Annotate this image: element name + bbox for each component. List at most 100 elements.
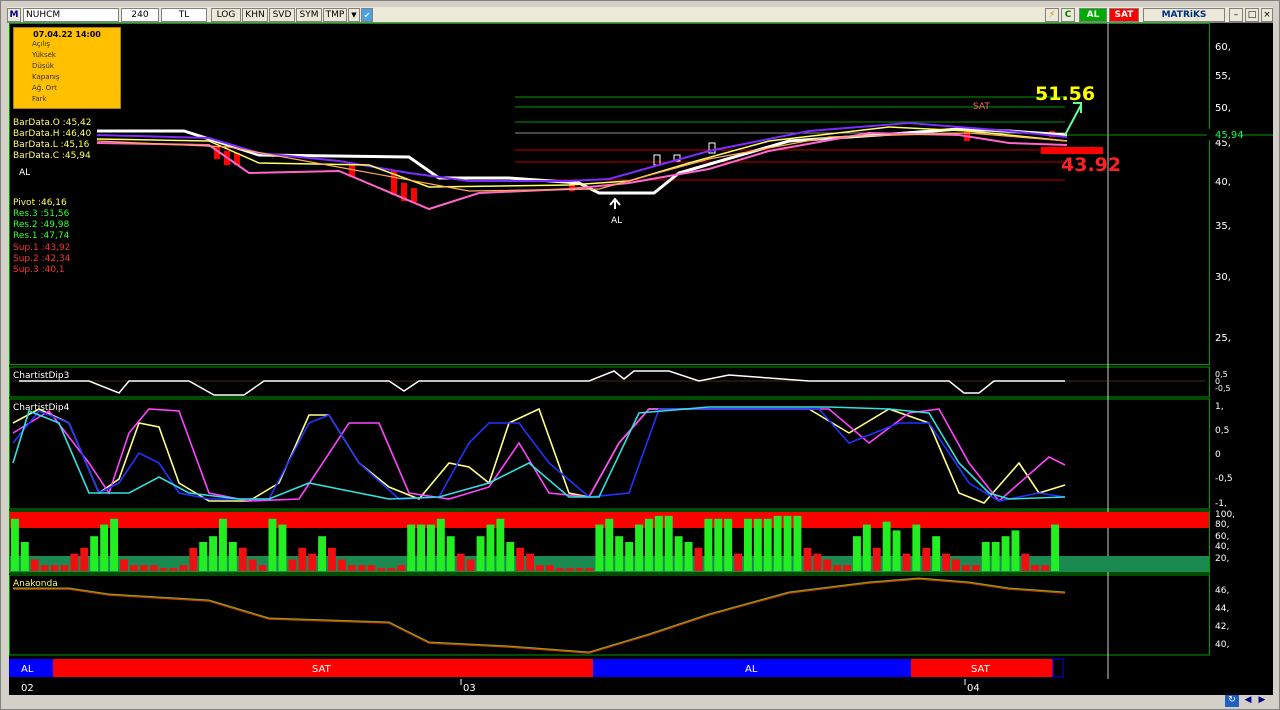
currency-field[interactable]: TL [161,8,207,22]
histogram-bar [536,565,544,571]
histogram-bar [674,536,683,571]
histogram-bar [724,518,733,571]
histogram-bar [377,568,386,571]
time-label: 02 [21,683,34,694]
svg-text:40,: 40, [1215,542,1229,552]
histogram-bar [803,547,812,571]
histogram-bar [892,530,901,571]
bardata-high: BarData.H :46,40 [13,129,91,139]
histogram-bar [853,536,861,571]
histogram-bar [120,559,128,571]
maximize-icon[interactable]: □ [1245,8,1259,22]
histogram-bar [169,568,178,571]
histogram-bar [189,547,198,571]
histogram-bar [961,565,970,571]
histogram-bar [129,565,138,571]
res3-value: Res.3 :51,56 [13,209,70,219]
histogram-bar [367,565,376,571]
scroll-right-icon[interactable]: ▶ [1255,695,1269,707]
svg-text:1,: 1, [1215,402,1224,412]
svg-text:44,: 44, [1215,604,1229,614]
histogram-bar [268,518,277,571]
histogram-bar [942,553,950,571]
chart-area[interactable]: 60, 55, 50, 45, 40, 35, 30, 25, 51.56 43… [9,23,1273,679]
res1-value: Res.1 :47,74 [13,231,70,241]
histogram-bar [545,565,554,571]
histogram-bar [1041,565,1050,571]
status-bar: ↻ ◀ ▶ [7,695,1275,707]
sat-button[interactable]: SAT [1109,8,1139,22]
histogram-bar [753,518,762,571]
chart-window: M NUHCM 240 TL LOG KHN SVD SYM TMP ▼ ✔ ⚡… [0,0,1280,710]
histogram-bar [337,559,346,571]
svg-text:100,: 100, [1215,510,1235,520]
svg-text:-1,: -1, [1215,499,1227,509]
bardata-signal: AL [19,168,30,178]
buy-arrow-icon [609,197,621,209]
histogram-bar [80,547,89,571]
lightning-icon[interactable]: ⚡ [1045,8,1059,22]
candlesticks [214,131,1055,202]
svd-button[interactable]: SVD [269,8,295,22]
dropdown-arrow-icon[interactable]: ▼ [348,8,360,22]
histogram-bar [466,559,475,571]
histogram-bar [833,565,842,571]
histogram-bar [1051,524,1059,571]
dip4-lines [12,406,1066,504]
symbol-field[interactable]: NUHCM [23,8,119,22]
anakonda-axis: 46, 44, 42, 40, [1215,586,1229,650]
histogram-bar [318,536,326,571]
histogram-bar [575,568,584,571]
histogram-bar [585,568,594,571]
histogram-bar [882,521,891,571]
scroll-left-icon[interactable]: ◀ [1241,695,1255,707]
histogram-bar [813,553,822,571]
sym-button[interactable]: SYM [296,8,322,22]
dip4-blue [12,408,1066,502]
histogram-bar [843,565,851,571]
tmp-button[interactable]: TMP [323,8,347,22]
minimize-icon[interactable]: – [1229,8,1243,22]
svg-text:AL: AL [21,664,34,675]
refresh-icon[interactable]: ↻ [1225,695,1239,707]
histogram-bar [110,518,118,571]
svg-text:20,: 20, [1215,554,1229,564]
al-button[interactable]: AL [1079,8,1107,22]
app-icon[interactable]: M [7,8,21,22]
ma-pink [96,131,1068,211]
pivot-value: Pivot :46,16 [13,198,67,208]
dip3-title: ChartistDip3 [13,371,69,381]
histogram-bar [446,536,455,571]
close-icon[interactable]: × [1261,8,1273,22]
svg-text:40,: 40, [1215,640,1229,650]
khn-button[interactable]: KHN [242,8,268,22]
price-tick: 60, [1215,42,1231,53]
histogram-bar [308,553,317,571]
histogram-bar [1031,565,1040,571]
histogram-bar [407,524,416,571]
info-close: Kapanış [32,73,60,81]
histogram-bar [823,559,832,571]
refresh-icon[interactable]: C [1061,8,1075,22]
histogram-bar [684,542,693,571]
histogram-bar [704,518,713,571]
svg-text:AL: AL [745,664,758,675]
res2-value: Res.2 :49,98 [13,220,70,230]
histogram-bar [744,518,752,571]
log-button[interactable]: LOG [211,8,241,22]
histogram-bar [694,547,703,571]
bar-axis: 100, 80, 60, 40, 20, [1215,510,1235,564]
histogram-bar [714,518,723,571]
histogram-bar [149,565,158,571]
twitter-icon[interactable]: ✔ [361,8,373,22]
info-avg: Ağ. Ort [32,84,57,92]
time-axis: 02 03 04 [9,679,1273,695]
sup1-value: Sup.1 :43,92 [13,243,70,253]
pivot-lines [515,96,1273,181]
target-low-label: 43.92 [1061,154,1121,176]
histogram-bar [70,553,79,571]
histogram-bar [1021,553,1030,571]
period-field[interactable]: 240 [121,8,159,22]
bardata-close: BarData.C :45,94 [13,151,91,161]
histogram-bar [605,518,614,571]
